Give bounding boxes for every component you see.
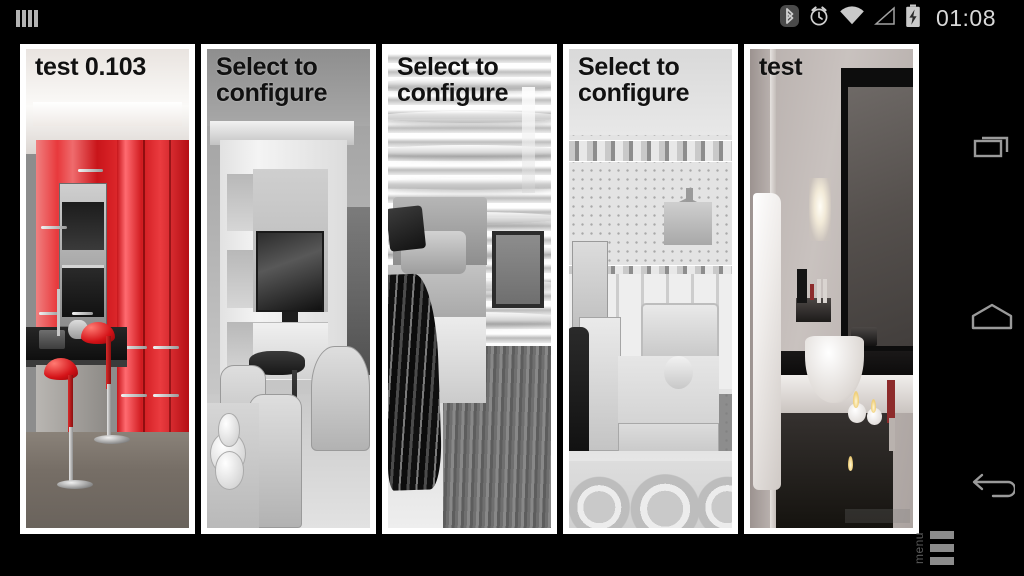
scene-bathroom: [750, 49, 913, 528]
status-bar-right: 01:08: [779, 4, 1024, 33]
wifi-icon: [839, 5, 865, 32]
device-screen: 01:08 test 0.103 Select to configure Sel…: [0, 0, 1024, 576]
room-card-5-label: test: [759, 53, 803, 81]
bluetooth-icon: [779, 4, 799, 33]
back-icon: [972, 473, 1015, 498]
room-card-4-label: Select to configure: [578, 53, 690, 107]
back-button[interactable]: [960, 432, 1024, 542]
menu-button-label: menu: [912, 531, 926, 565]
room-card-3[interactable]: Select to configure: [382, 44, 557, 534]
home-icon: [971, 303, 1013, 330]
scene-bedroom-wave-wall: [388, 49, 551, 528]
room-card-strip[interactable]: test 0.103 Select to configure Select to…: [0, 36, 960, 540]
alarm-icon: [808, 4, 830, 33]
notification-bars-icon: [16, 9, 38, 27]
hamburger-menu-icon: [930, 531, 954, 565]
room-card-3-label: Select to configure: [397, 53, 509, 107]
menu-button[interactable]: menu: [912, 522, 960, 574]
system-navigation-bar: [960, 36, 1024, 576]
home-button[interactable]: [960, 262, 1024, 372]
room-card-4-photo: Select to configure: [569, 49, 732, 528]
room-card-3-photo: Select to configure: [388, 49, 551, 528]
recent-apps-icon: [973, 136, 1009, 158]
room-card-2[interactable]: Select to configure: [201, 44, 376, 534]
room-card-1-label: test 0.103: [35, 53, 146, 81]
room-card-1[interactable]: test 0.103: [20, 44, 195, 534]
room-card-2-label: Select to configure: [216, 53, 328, 107]
cellular-signal-icon: [873, 5, 896, 32]
room-card-1-photo: test 0.103: [26, 49, 189, 528]
room-card-4[interactable]: Select to configure: [563, 44, 738, 534]
room-card-2-photo: Select to configure: [207, 49, 370, 528]
scene-kids-room: [569, 49, 732, 528]
room-card-5-photo: test: [750, 49, 913, 528]
status-bar: 01:08: [0, 0, 1024, 36]
recent-apps-button[interactable]: [960, 92, 1024, 202]
room-card-5[interactable]: test: [744, 44, 919, 534]
scene-living-room: [207, 49, 370, 528]
scene-red-kitchen: [26, 49, 189, 528]
status-bar-left: [0, 9, 38, 27]
battery-charging-icon: [905, 4, 921, 33]
status-bar-clock: 01:08: [935, 4, 996, 31]
